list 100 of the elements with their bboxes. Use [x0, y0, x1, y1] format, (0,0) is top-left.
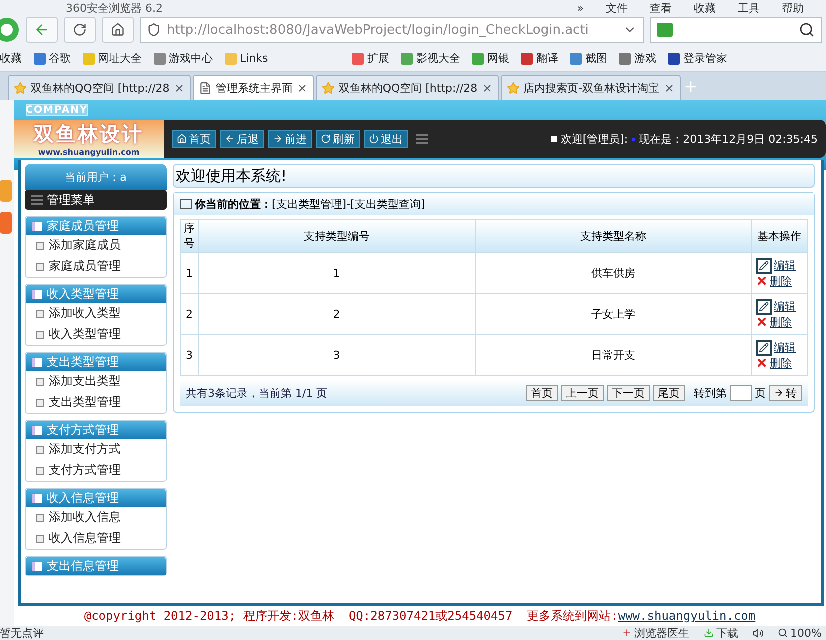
book-icon: [32, 222, 42, 230]
search-icon[interactable]: [799, 22, 815, 38]
close-icon[interactable]: [174, 82, 185, 94]
bookmark[interactable]: 游戏中心: [154, 51, 213, 66]
menu-link[interactable]: 添加家庭成员: [26, 235, 166, 256]
clock-text: 现在是：2013年12月9日 02:35:45: [639, 132, 818, 146]
pencil-icon: [756, 258, 772, 274]
menu-link[interactable]: 添加收入类型: [26, 303, 166, 324]
table-cell: 1: [180, 252, 198, 294]
company-badge: COMPANY: [26, 104, 88, 116]
browser-tab[interactable]: 双鱼林的QQ空间 [http://28: [316, 75, 499, 100]
nav-button[interactable]: 首页: [172, 130, 216, 148]
record-summary: 共有3条记录，当前第 1/1 页: [186, 386, 328, 400]
column-header: 支持类型名称: [475, 220, 752, 252]
book-icon: [32, 494, 42, 502]
edit-link[interactable]: 编辑: [756, 298, 806, 314]
pencil-icon: [756, 340, 772, 356]
menu-item[interactable]: 帮助: [782, 3, 804, 14]
menu-link[interactable]: 收入信息管理: [26, 528, 166, 549]
status-button[interactable]: 下载: [704, 626, 739, 640]
menu-link[interactable]: 收入类型管理: [26, 324, 166, 345]
browser-tab[interactable]: 双鱼林的QQ空间 [http://28: [8, 75, 191, 100]
pager-button[interactable]: 上一页: [561, 385, 604, 401]
tool-icon: [352, 52, 364, 64]
menu-link[interactable]: 添加支付方式: [26, 439, 166, 460]
table-cell: 2: [180, 294, 198, 334]
window-title: 360安全浏览器 6.2: [66, 3, 164, 14]
nav-button[interactable]: 退出: [364, 130, 408, 148]
bookmark-icon: [225, 52, 237, 64]
pencil-icon: [756, 298, 772, 314]
home-button[interactable]: [102, 17, 134, 43]
delete-link[interactable]: 删除: [756, 356, 806, 370]
menu-item[interactable]: 收藏: [694, 3, 716, 14]
book-icon: [32, 358, 42, 366]
toolbar-button[interactable]: 登录管家: [668, 51, 728, 66]
menu-link[interactable]: 家庭成员管理: [26, 256, 166, 277]
table-cell: 供车供房: [475, 252, 752, 294]
pager-button[interactable]: 首页: [526, 385, 558, 401]
nav-button[interactable]: 刷新: [316, 130, 360, 148]
bookmark[interactable]: Links: [225, 52, 268, 65]
close-icon[interactable]: [482, 82, 493, 94]
book-icon: [32, 426, 42, 434]
toolbar-button[interactable]: 截图: [570, 51, 608, 66]
star-icon: [14, 82, 27, 94]
tool-icon: [570, 52, 582, 64]
tool-icon: [619, 52, 632, 64]
toolbar-button[interactable]: 游戏: [619, 51, 656, 66]
edit-link[interactable]: 编辑: [756, 258, 806, 274]
nav-button[interactable]: 前进: [268, 130, 312, 148]
delete-link[interactable]: 删除: [756, 274, 806, 288]
pager-button[interactable]: 尾页: [653, 385, 685, 401]
browser-tab[interactable]: 店内搜索页-双鱼林设计淘宝: [500, 75, 681, 100]
menu-overflow[interactable]: »: [577, 3, 584, 14]
cross-icon: [756, 357, 768, 369]
back-button[interactable]: [26, 17, 58, 43]
welcome-text: 欢迎[管理员]:: [560, 132, 628, 146]
bookmark-icon: [83, 52, 95, 64]
status-button[interactable]: 浏览器医生: [622, 626, 690, 640]
table-cell: 3: [198, 334, 475, 376]
table-cell: 日常开支: [475, 334, 752, 376]
menu-link[interactable]: 添加支出类型: [26, 371, 166, 392]
arrow-right-icon: [774, 388, 784, 398]
column-header: 基本操作: [752, 220, 808, 252]
bookmark[interactable]: 网址大全: [83, 51, 142, 66]
bookmark-icon: [154, 52, 166, 64]
menu-item[interactable]: 查看: [650, 3, 672, 14]
go-button[interactable]: 转: [769, 385, 802, 401]
delete-link[interactable]: 删除: [756, 314, 806, 330]
welcome-banner: 欢迎使用本系统!: [173, 164, 815, 188]
refresh-button[interactable]: [64, 17, 96, 43]
refresh-icon: [321, 134, 331, 144]
close-icon[interactable]: [296, 82, 308, 94]
toolbar-button[interactable]: 翻译: [521, 51, 558, 66]
pager-button[interactable]: 下一页: [607, 385, 650, 401]
toolbar-button[interactable]: 网银: [472, 51, 510, 66]
browser-logo-icon: [0, 17, 20, 43]
grip-icon: [416, 134, 428, 144]
column-header: 支持类型编号: [198, 220, 475, 252]
menu-item[interactable]: 工具: [738, 3, 760, 14]
toolbar-button[interactable]: 扩展: [352, 51, 390, 66]
menu-link[interactable]: 添加收入信息: [26, 507, 166, 528]
browser-tab[interactable]: 管理系统主界面: [192, 75, 314, 100]
star-icon: [506, 82, 520, 94]
table-cell: 2: [198, 294, 475, 334]
menu-link[interactable]: 支付方式管理: [26, 460, 166, 481]
page-input[interactable]: [730, 385, 752, 401]
menu-link[interactable]: 支出类型管理: [26, 392, 166, 413]
zoom-level[interactable]: 100%: [778, 626, 822, 640]
edit-link[interactable]: 编辑: [756, 340, 806, 356]
bookmark[interactable]: 谷歌: [34, 51, 71, 66]
bookmark-icon: [34, 52, 46, 64]
download-icon: [704, 628, 714, 638]
bookmark[interactable]: 收藏: [0, 51, 22, 66]
volume-icon[interactable]: [752, 628, 764, 638]
menu-item[interactable]: 文件: [606, 3, 628, 14]
website-link[interactable]: www.shuangyulin.com: [618, 609, 756, 623]
grid-icon: [31, 195, 43, 205]
nav-button[interactable]: 后退: [220, 130, 264, 148]
close-icon[interactable]: [664, 82, 675, 94]
toolbar-button[interactable]: 影视大全: [401, 51, 460, 66]
